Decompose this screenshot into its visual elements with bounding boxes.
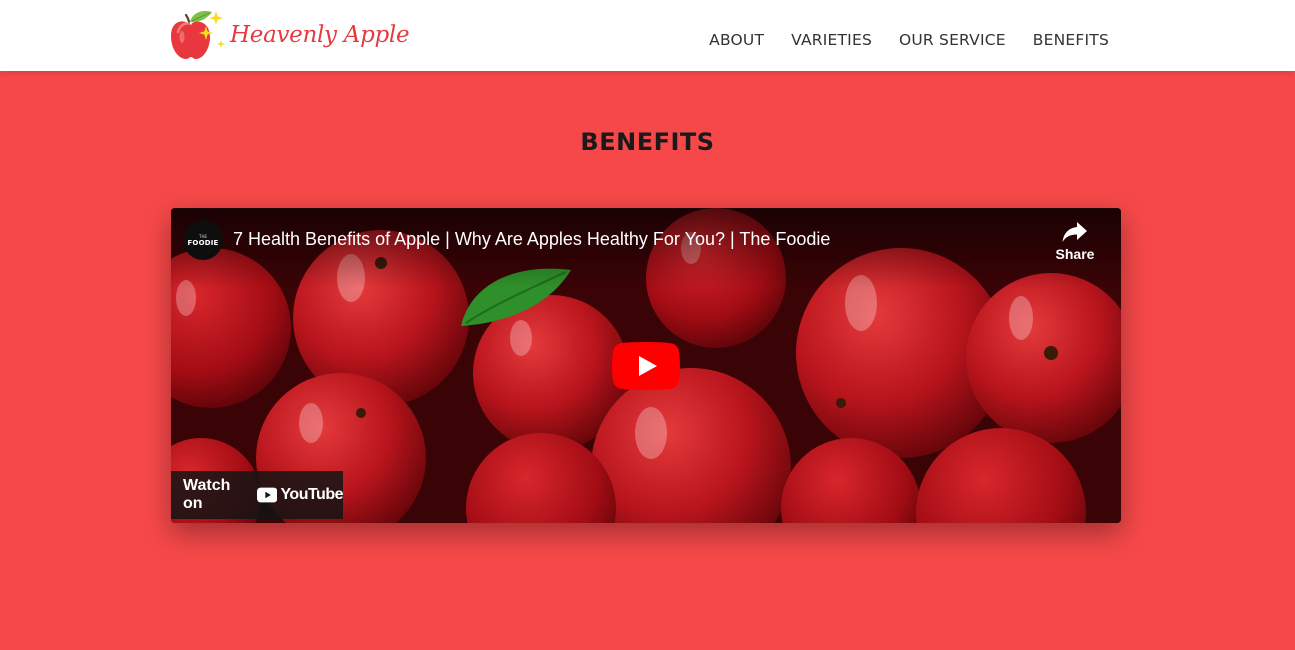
share-arrow-icon — [1062, 222, 1087, 242]
video-embed[interactable]: THE FOODIE 7 Health Benefits of Apple | … — [171, 208, 1121, 523]
brand-logo-link[interactable]: Heavenly Apple — [170, 6, 410, 64]
nav-item-about[interactable]: ABOUT — [709, 29, 764, 51]
nav-item-benefits[interactable]: BENEFITS — [1033, 29, 1109, 51]
video-title[interactable]: 7 Health Benefits of Apple | Why Are App… — [233, 229, 830, 250]
section-title: BENEFITS — [580, 128, 715, 156]
watch-on-label: Watch on — [183, 477, 231, 512]
channel-avatar[interactable]: THE FOODIE — [183, 220, 223, 260]
site-navbar: Heavenly Apple ABOUT VARIETIES OUR SERVI… — [0, 0, 1295, 71]
main-nav: ABOUT VARIETIES OUR SERVICE BENEFITS — [709, 29, 1109, 51]
nav-item-our-service[interactable]: OUR SERVICE — [899, 29, 1006, 51]
share-button[interactable]: Share — [1051, 220, 1099, 262]
apple-sparkle-icon — [171, 11, 225, 59]
youtube-wordmark: YouTube — [280, 486, 343, 503]
share-label: Share — [1055, 246, 1095, 262]
watch-on-youtube-button[interactable]: Watch on YouTube — [171, 471, 343, 519]
nav-item-varieties[interactable]: VARIETIES — [791, 29, 872, 51]
youtube-logo-icon — [257, 487, 278, 503]
channel-avatar-brand: FOODIE — [187, 238, 219, 247]
youtube-play-icon[interactable] — [612, 342, 680, 390]
brand-name: Heavenly Apple — [230, 22, 410, 48]
